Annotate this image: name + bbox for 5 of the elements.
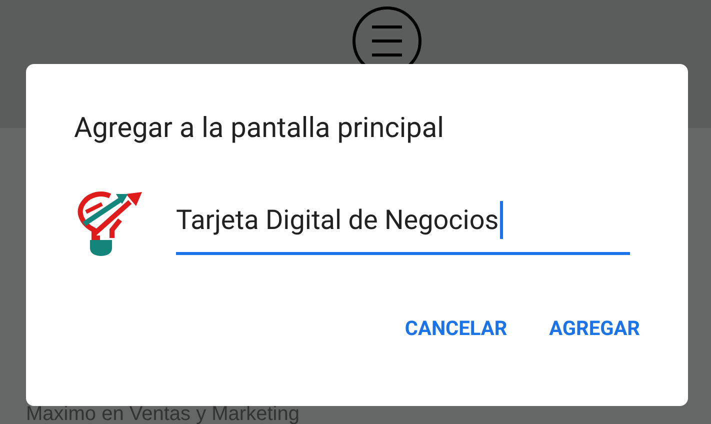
dialog-button[interactable]: CANCELAR	[396, 308, 516, 348]
name-field[interactable]: Tarjeta Digital de Negocios	[176, 193, 630, 255]
dialog-title: Agregar a la pantalla principal	[74, 110, 444, 146]
text-cursor	[500, 200, 503, 238]
dialog-button[interactable]: AGREGAR	[541, 308, 648, 348]
